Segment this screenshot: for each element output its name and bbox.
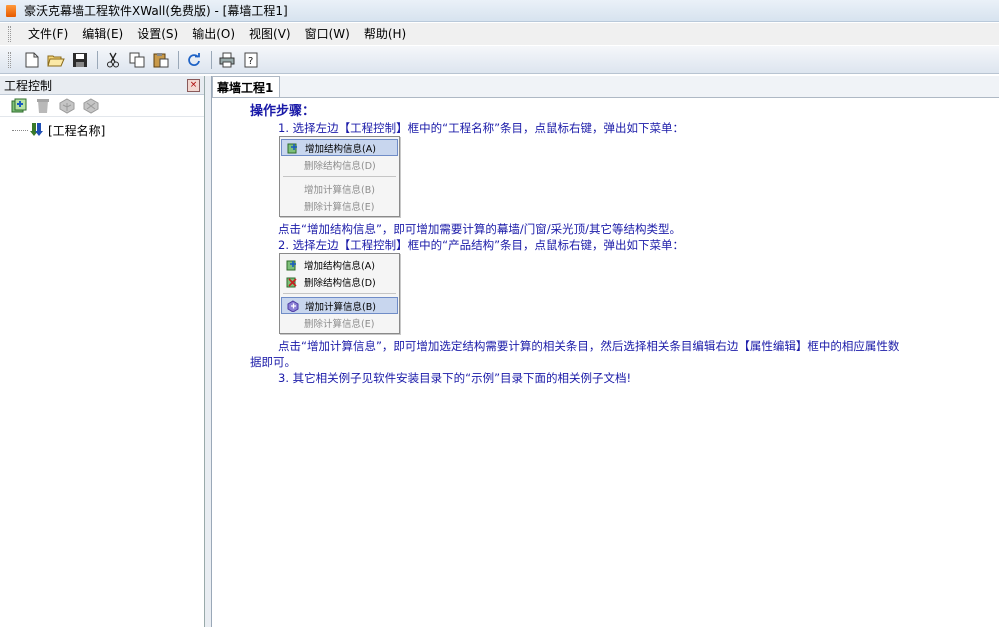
menu-separator [283,176,396,177]
note-2-text-line-1: 点击“增加计算信息”，即可增加选定结构需要计算的相关条目，然后选择相关条目编辑右… [278,339,900,353]
toolbar-separator [97,50,98,69]
toolbar: ? [0,46,999,74]
tab-project-1[interactable]: 幕墙工程1 [212,76,281,97]
project-control-panel: 工程控制 × [工程名称] [0,76,205,627]
tree-connector [12,129,28,131]
menu-file[interactable]: 文件(F) [21,24,75,44]
menu1-add-calc: 增加计算信息(B) [281,180,398,197]
project-node-icon [30,122,44,139]
step-1-text: 1. 选择左边【工程控制】框中的“工程名称”条目，点鼠标右键，弹出如下菜单： [278,121,685,135]
blank-icon [285,199,299,213]
save-icon[interactable] [69,49,91,71]
step-2-text: 2. 选择左边【工程控制】框中的“产品结构”条目，点鼠标右键，弹出如下菜单： [278,238,685,252]
copy-icon[interactable] [126,49,148,71]
help-icon[interactable]: ? [240,49,262,71]
add-structure-icon[interactable] [10,97,28,115]
svg-text:?: ? [248,56,253,67]
menu2-delete-calc: 删除计算信息(E) [281,314,398,331]
print-icon[interactable] [216,49,238,71]
blank-icon [285,316,299,330]
toolbar-separator [211,50,212,69]
blank-icon [285,182,299,196]
add-structure-icon [285,258,299,272]
panel-header: 工程控制 × [0,76,204,95]
menubar-grip[interactable] [8,26,11,42]
delete-calc-icon[interactable] [82,97,100,115]
refresh-icon[interactable] [183,49,205,71]
note-2-text-line-2: 据即可。 [250,355,296,369]
menu-view[interactable]: 视图(V) [242,24,298,44]
doc-heading: 操作步骤： [250,104,316,119]
menu-item-label: 删除计算信息(E) [304,318,375,330]
tab-strip: 幕墙工程1 [212,76,999,98]
title-bar: 豪沃克幕墙工程软件XWall(免费版) - [幕墙工程1] [0,0,999,22]
context-menu-project-name: 增加结构信息(A) 删除结构信息(D) 增加计算信息(B) 删除计算信息(E) [279,136,400,217]
menu-item-label: 删除结构信息(D) [304,160,376,172]
add-calc-icon [286,299,300,313]
open-icon[interactable] [45,49,67,71]
app-icon [6,4,16,17]
add-calc-icon[interactable] [58,97,76,115]
menu-help[interactable]: 帮助(H) [357,24,413,44]
delete-structure-icon [285,275,299,289]
delete-structure-icon[interactable] [34,97,52,115]
menu1-add-structure: 增加结构信息(A) [281,139,398,156]
menu-item-label: 删除计算信息(E) [304,201,375,213]
menu-settings[interactable]: 设置(S) [130,24,185,44]
menu2-delete-structure: 删除结构信息(D) [281,273,398,290]
menu-window[interactable]: 窗口(W) [298,24,357,44]
menu-item-label: 增加计算信息(B) [305,301,376,313]
menu-edit[interactable]: 编辑(E) [75,24,130,44]
menu-bar: 文件(F) 编辑(E) 设置(S) 输出(O) 视图(V) 窗口(W) 帮助(H… [0,23,999,45]
context-menu-product-structure: 增加结构信息(A) 删除结构信息(D) 增加计算信息(B) 删除计算信息(E) [279,253,400,334]
note-1-text: 点击“增加结构信息”，即可增加需要计算的幕墙/门窗/采光顶/其它等结构类型。 [278,222,682,236]
panel-toolbar [0,95,204,117]
menu1-delete-structure: 删除结构信息(D) [281,156,398,173]
blank-icon [285,158,299,172]
menu-output[interactable]: 输出(O) [185,24,242,44]
new-icon[interactable] [21,49,43,71]
menu-item-label: 删除结构信息(D) [304,277,376,289]
tree-node-label: [工程名称] [48,123,106,138]
menu-separator [283,293,396,294]
menu2-add-calc: 增加计算信息(B) [281,297,398,314]
add-structure-icon [286,141,300,155]
editor-panel: 幕墙工程1 操作步骤： 1. 选择左边【工程控制】框中的“工程名称”条目，点鼠标… [211,76,999,627]
panel-title: 工程控制 [4,78,53,93]
window-title: 豪沃克幕墙工程软件XWall(免费版) - [幕墙工程1] [24,4,288,18]
step-3-text: 3. 其它相关例子见软件安装目录下的“示例”目录下面的相关例子文档! [278,371,632,385]
menu-item-label: 增加结构信息(A) [304,260,375,272]
menu-item-label: 增加结构信息(A) [305,143,376,155]
project-tree: [工程名称] [0,117,204,139]
menu2-add-structure: 增加结构信息(A) [281,256,398,273]
close-icon[interactable]: × [187,78,200,92]
toolbar-grip[interactable] [8,51,11,68]
toolbar-separator [178,50,179,69]
paste-icon[interactable] [150,49,172,71]
menu-item-label: 增加计算信息(B) [304,184,375,196]
cut-icon[interactable] [102,49,124,71]
tree-node-project-name[interactable]: [工程名称] [12,121,204,139]
menu1-delete-calc: 删除计算信息(E) [281,197,398,214]
